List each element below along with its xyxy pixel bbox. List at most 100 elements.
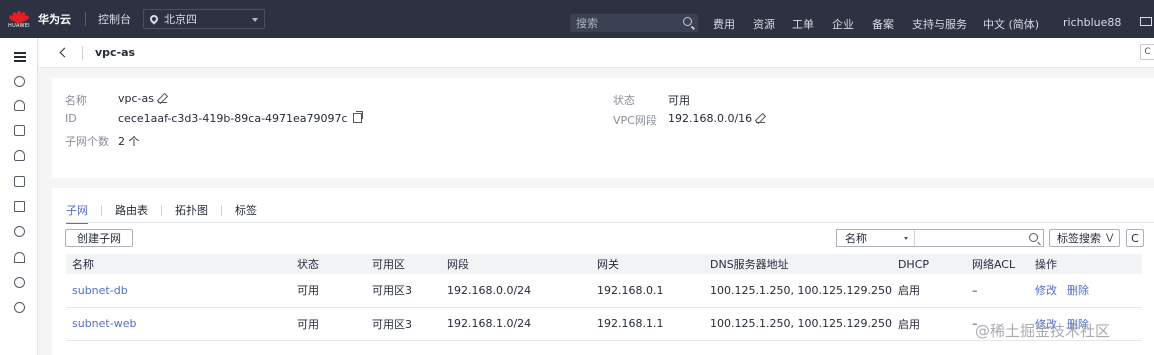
column-header[interactable]: DNS服务器地址: [704, 254, 892, 274]
double-chevron-down-icon: ⋁: [1106, 233, 1114, 243]
status-value: 可用: [668, 94, 690, 107]
tag-search-button[interactable]: 标签搜索 ⋁: [1049, 229, 1120, 247]
actions-cell: 修改 删除: [1028, 274, 1142, 308]
search-icon[interactable]: [683, 17, 692, 26]
nav-fees[interactable]: 费用: [713, 16, 735, 32]
subnet-count-value: 2 个: [118, 135, 140, 148]
nav-tickets[interactable]: 工单: [792, 16, 814, 32]
globe-icon[interactable]: [14, 277, 25, 288]
refresh-button[interactable]: C: [1140, 44, 1154, 60]
id-label: ID: [65, 112, 77, 125]
column-header[interactable]: 可用区: [366, 254, 441, 274]
network-icon[interactable]: [14, 125, 25, 136]
cidr-cell: 192.168.1.0/24: [441, 307, 591, 341]
divider: [85, 12, 86, 26]
name-label: 名称: [65, 94, 87, 107]
dns-cell: 100.125.1.250, 100.125.129.250: [704, 307, 892, 341]
menu-icon[interactable]: [14, 52, 26, 62]
filter-field-select[interactable]: 名称: [837, 230, 915, 246]
search-filter[interactable]: 名称: [836, 229, 1044, 247]
cidr-label: VPC网段: [613, 114, 657, 127]
status-cell: 可用: [291, 307, 366, 341]
dhcp-cell: 启用: [891, 274, 966, 308]
search-input[interactable]: 搜索: [570, 14, 698, 32]
column-header: 操作: [1028, 254, 1142, 274]
refresh-button[interactable]: C: [1126, 229, 1144, 247]
back-arrow-icon[interactable]: [59, 47, 70, 58]
column-header[interactable]: 网络ACL: [965, 254, 1029, 274]
column-header[interactable]: 状态: [291, 254, 366, 274]
create-subnet-button[interactable]: 创建子网: [65, 229, 133, 247]
watermark: @稀土掘金技术社区: [975, 322, 1111, 340]
subnet-count-label: 子网个数: [65, 135, 109, 148]
az-cell: 可用区3: [366, 307, 441, 341]
brand-name[interactable]: 华为云: [38, 11, 71, 27]
id-value: cece1aaf-c3d3-419b-89ca-4971ea79097c: [118, 111, 363, 125]
subnet-name-link[interactable]: subnet-db: [66, 274, 291, 308]
column-header[interactable]: 网段: [441, 254, 591, 274]
copy-icon[interactable]: [352, 111, 363, 123]
region-label: 北京四: [164, 13, 197, 26]
left-sidebar: [0, 38, 38, 355]
region-selector[interactable]: 北京四: [143, 9, 265, 29]
filter-field-label: 名称: [845, 232, 867, 245]
divider: [101, 204, 102, 216]
name-value: vpc-as: [118, 92, 167, 105]
edit-icon[interactable]: [756, 114, 766, 123]
az-cell: 可用区3: [366, 274, 441, 308]
nav-filing[interactable]: 备案: [872, 16, 894, 32]
modify-link[interactable]: 修改: [1035, 284, 1057, 297]
document-icon[interactable]: [14, 176, 25, 187]
cidr-cell: 192.168.0.0/24: [441, 274, 591, 308]
settings-icon[interactable]: [14, 302, 25, 313]
column-header[interactable]: 名称: [66, 254, 291, 274]
huawei-flower-icon: [8, 10, 30, 24]
console-link[interactable]: 控制台: [98, 11, 131, 27]
divider: [82, 45, 83, 60]
status-cell: 可用: [291, 274, 366, 308]
acl-cell: –: [965, 274, 1029, 308]
subnet-name-link[interactable]: subnet-web: [66, 307, 291, 341]
table-row: subnet-db 可用 可用区3 192.168.0.0/24 192.168…: [66, 274, 1142, 308]
tab-topology[interactable]: 拓扑图: [175, 202, 208, 224]
nav-language[interactable]: 中文 (简体): [983, 16, 1039, 32]
alert-icon[interactable]: [14, 252, 25, 263]
dns-cell: 100.125.1.250, 100.125.129.250: [704, 274, 892, 308]
top-navigation-bar: HUAWEI 华为云 控制台 北京四 搜索 费用 资源 工单 企业 备案 支持与…: [0, 0, 1154, 38]
cidr-value: 192.168.0.0/16: [668, 112, 766, 125]
database-icon[interactable]: [14, 150, 25, 161]
cloud-icon[interactable]: [14, 226, 25, 237]
tab-bar: 子网 路由表 拓扑图 标签: [66, 202, 257, 224]
column-header[interactable]: 网关: [591, 254, 704, 274]
storage-icon[interactable]: [14, 201, 25, 212]
tab-route-tables[interactable]: 路由表: [115, 202, 148, 224]
edit-icon[interactable]: [157, 94, 167, 103]
nav-support[interactable]: 支持与服务: [912, 16, 967, 32]
search-icon[interactable]: [1029, 233, 1038, 242]
chevron-down-icon: [904, 237, 908, 240]
gateway-cell: 192.168.1.1: [591, 307, 704, 341]
column-header[interactable]: DHCP: [891, 254, 966, 274]
tab-underline: [66, 222, 1154, 223]
tag-search-label: 标签搜索: [1057, 232, 1101, 245]
page-title: vpc-as: [95, 46, 136, 59]
divider: [221, 204, 222, 216]
nav-enterprise[interactable]: 企业: [832, 16, 854, 32]
delete-link[interactable]: 删除: [1067, 284, 1089, 297]
chevron-down-icon: [252, 18, 258, 22]
breadcrumb: vpc-as C: [39, 38, 1154, 68]
cloud-server-icon[interactable]: [14, 76, 25, 87]
mail-icon[interactable]: [1140, 17, 1152, 26]
nav-resources[interactable]: 资源: [753, 16, 775, 32]
dhcp-cell: 启用: [891, 307, 966, 341]
tab-subnets[interactable]: 子网: [66, 202, 88, 224]
user-group-icon[interactable]: [14, 100, 25, 111]
table-header-row: 名称 状态 可用区 网段 网关 DNS服务器地址 DHCP 网络ACL 操作: [66, 254, 1142, 274]
huawei-logo[interactable]: HUAWEI: [4, 0, 34, 38]
tab-tags[interactable]: 标签: [235, 202, 257, 224]
status-label: 状态: [613, 94, 635, 107]
divider: [161, 204, 162, 216]
gateway-cell: 192.168.0.1: [591, 274, 704, 308]
nav-user[interactable]: richblue88: [1063, 16, 1121, 29]
vpc-info-card: 名称 vpc-as ID cece1aaf-c3d3-419b-89ca-497…: [52, 78, 1154, 178]
